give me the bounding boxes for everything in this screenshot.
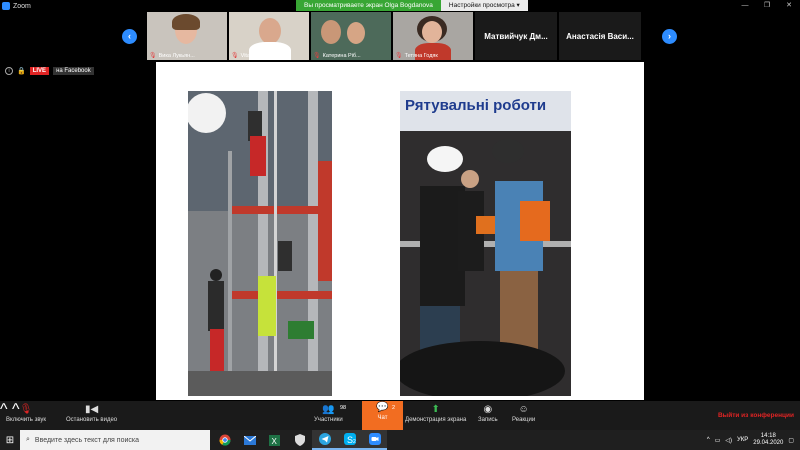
participant-strip: 🎙 Вика Лукьян... 🎙 Vitalii Yermol... 🎙 Кате…: [147, 12, 654, 60]
windows-start-icon[interactable]: ⊞: [0, 430, 20, 450]
participants-icon: 👥: [322, 404, 335, 415]
reactions-icon: ☺: [518, 404, 529, 415]
participants-label: Участники: [314, 417, 343, 423]
participant-video: [422, 21, 442, 43]
lock-icon[interactable]: 🔒: [17, 67, 26, 75]
svg-text:X: X: [272, 437, 278, 446]
network-icon[interactable]: ▭: [715, 437, 721, 444]
maximize-button[interactable]: ❐: [756, 0, 778, 12]
clock-date: 29.04.2020: [753, 440, 784, 446]
info-icon[interactable]: i: [5, 67, 13, 75]
stop-video-button[interactable]: ▮◀ Остановить видео: [66, 403, 117, 423]
volume-icon[interactable]: ◁): [725, 437, 732, 444]
excel-icon[interactable]: X: [262, 430, 287, 450]
telegram-icon[interactable]: [312, 430, 337, 450]
record-button[interactable]: ◉ Запись: [478, 403, 498, 423]
chat-label: Чат: [377, 415, 388, 421]
participants-button[interactable]: 👥 Участники: [314, 403, 343, 423]
mail-icon[interactable]: [237, 430, 262, 450]
app-title-text: Zoom: [13, 2, 31, 10]
share-screen-icon: ⬆: [431, 404, 440, 415]
notifications-icon[interactable]: ▢: [788, 437, 794, 444]
participant-hair: [172, 14, 200, 30]
participant-tile[interactable]: 🎙 Vitalii Yermol...: [229, 12, 309, 60]
rescue-team-photo: Рятувальні роботи: [400, 91, 571, 396]
share-screen-label: Демонстрация экрана: [405, 417, 467, 423]
unmute-button[interactable]: 🎙 Включить звук: [6, 403, 46, 423]
chrome-icon[interactable]: [212, 430, 237, 450]
participant-tile[interactable]: 🎙 Катерина Ріб...: [311, 12, 391, 60]
gallery-next-button[interactable]: ›: [662, 29, 677, 44]
chat-button[interactable]: 💬 Чат 2: [362, 401, 403, 430]
taskbar-clock[interactable]: 14:18 29.04.2020: [753, 433, 783, 447]
participant-name: Анастасія Васи...: [566, 31, 634, 41]
participant-video: [321, 20, 341, 44]
share-banner: Вы просматриваете экран Olga Bogdanova Н…: [296, 0, 528, 11]
live-target: на Facebook: [53, 67, 94, 75]
rescue-team-illustration: [400, 91, 571, 396]
participant-tile[interactable]: 🎙 Вика Лукьян...: [147, 12, 227, 60]
rescue-scaffold-photo: [188, 91, 332, 396]
svg-text:S: S: [347, 435, 353, 445]
windows-taskbar: ⊞ ⌕ Введите здесь текст для поиска X S 2: [0, 430, 800, 450]
clock-time: 14:18: [760, 433, 776, 439]
minimize-button[interactable]: —: [734, 0, 756, 12]
mic-muted-icon: 🎙: [19, 404, 33, 415]
stop-video-label: Остановить видео: [66, 417, 118, 423]
shield-icon[interactable]: [287, 430, 312, 450]
live-indicator: i 🔒 LIVE на Facebook: [5, 67, 94, 75]
reactions-label: Реакции: [512, 417, 536, 423]
participant-name: Тетяна Годяк: [404, 52, 438, 59]
view-options-button[interactable]: Настройки просмотра ▾: [440, 0, 528, 11]
participant-name: Матвийчук Дм...: [484, 31, 548, 41]
system-tray: ^ ▭ ◁) УКР 14:18 29.04.2020 ▢: [707, 430, 800, 450]
chat-count: 2: [392, 405, 396, 411]
mic-muted-icon: 🎙: [231, 53, 239, 59]
live-badge[interactable]: LIVE: [29, 67, 50, 75]
participant-name: Vitalii Yermol...: [240, 52, 277, 59]
shared-screen-slide: Рятувальні роботи: [156, 62, 644, 400]
participant-tile[interactable]: Матвийчук Дм...: [475, 12, 557, 60]
taskbar-apps: X S 2: [212, 430, 387, 450]
skype-icon[interactable]: S 2: [337, 430, 362, 450]
mic-muted-icon: 🎙: [313, 53, 321, 59]
participant-tile[interactable]: Анастасія Васи...: [559, 12, 641, 60]
participant-name: Вика Лукьян...: [158, 52, 195, 59]
search-placeholder: Введите здесь текст для поиска: [34, 436, 139, 444]
language-indicator[interactable]: УКР: [737, 437, 748, 443]
skype-badge: 2: [353, 439, 356, 445]
record-label: Запись: [478, 417, 498, 423]
leave-meeting-button[interactable]: Выйти из конференции: [718, 412, 794, 419]
slide-title: Рятувальні роботи: [405, 97, 547, 114]
zoom-icon[interactable]: [362, 430, 387, 450]
rescue-scaffold-illustration: [188, 91, 332, 396]
record-icon: ◉: [483, 404, 493, 415]
participant-tile[interactable]: 🎙 Тетяна Годяк: [393, 12, 473, 60]
participant-video-2: [347, 22, 365, 44]
chat-bubble-icon: 💬: [376, 402, 389, 413]
unmute-label: Включить звук: [6, 417, 47, 423]
participants-count: 98: [340, 405, 347, 411]
participant-name: Катерина Ріб...: [322, 52, 361, 59]
share-message: Вы просматриваете экран Olga Bogdanova: [296, 0, 441, 11]
share-screen-button[interactable]: ⬆ Демонстрация экрана: [405, 403, 466, 423]
participant-video: [259, 18, 281, 44]
meeting-toolbar: 🎙 Включить звук ^ ▮◀ Остановить видео ^ …: [0, 401, 800, 430]
video-camera-icon: ▮◀: [84, 404, 99, 415]
window-controls: — ❐ ✕: [734, 0, 800, 12]
tray-chevron-icon[interactable]: ^: [707, 437, 710, 443]
zoom-logo-icon: [2, 2, 10, 10]
app-title: Zoom: [0, 2, 31, 10]
reactions-button[interactable]: ☺ Реакции: [512, 403, 535, 423]
search-icon: ⌕: [26, 436, 30, 443]
gallery-prev-button[interactable]: ‹: [122, 29, 137, 44]
close-button[interactable]: ✕: [778, 0, 800, 12]
mic-muted-icon: 🎙: [149, 53, 157, 59]
taskbar-search-box[interactable]: ⌕ Введите здесь текст для поиска: [20, 430, 210, 450]
mic-muted-icon: 🎙: [395, 53, 403, 59]
